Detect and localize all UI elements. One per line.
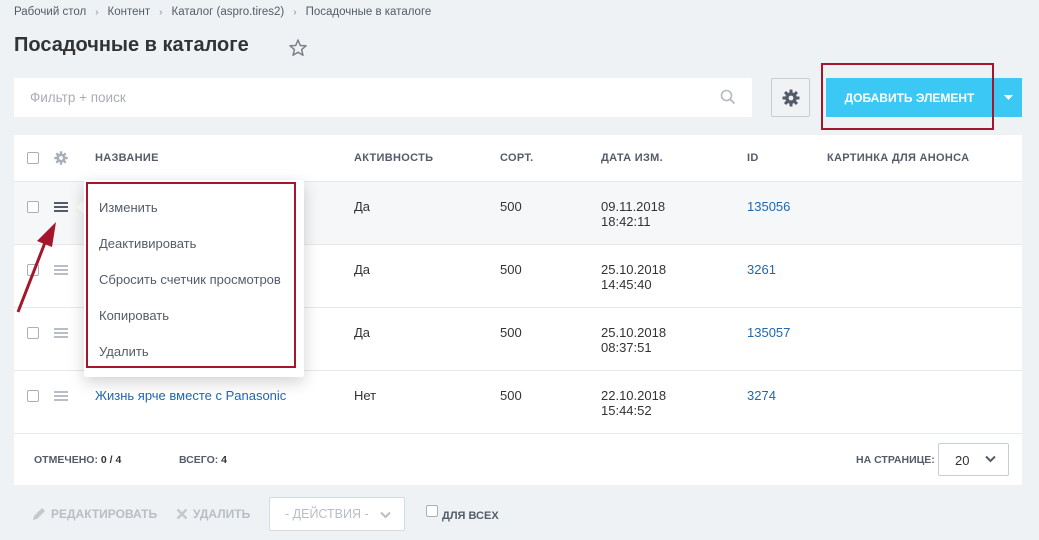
filter-placeholder: Фильтр + поиск — [30, 90, 126, 105]
cell-date: 25.10.2018 08:37:51 — [601, 325, 666, 355]
selected-count: ОТМЕЧЕНО: 0 / 4 — [34, 454, 121, 466]
group-actions-bar: РЕДАКТИРОВАТЬ УДАЛИТЬ - ДЕЙСТВИЯ - ДЛЯ В… — [14, 485, 1022, 540]
cell-id[interactable]: 135057 — [747, 325, 790, 340]
row-checkbox[interactable] — [27, 264, 39, 276]
cell-sort: 500 — [500, 325, 522, 340]
cell-sort: 500 — [500, 388, 522, 403]
add-element-dropdown-button[interactable] — [993, 78, 1022, 117]
star-icon[interactable] — [288, 38, 308, 58]
cell-date-day: 22.10.2018 — [601, 388, 667, 403]
for-all-label: ДЛЯ ВСЕХ — [442, 510, 499, 522]
search-icon[interactable] — [720, 89, 736, 105]
edit-button[interactable]: РЕДАКТИРОВАТЬ — [32, 507, 157, 521]
cell-active: Да — [354, 262, 371, 277]
actions-select[interactable]: - ДЕЙСТВИЯ - — [269, 497, 405, 531]
gear-icon[interactable] — [54, 151, 68, 165]
cell-id[interactable]: 3261 — [747, 262, 776, 277]
breadcrumb-separator-icon: › — [159, 6, 163, 18]
breadcrumb: Рабочий стол › Контент › Каталог (aspro.… — [14, 6, 431, 18]
for-all-checkbox[interactable] — [426, 505, 438, 517]
caret-down-icon — [1003, 94, 1013, 100]
cell-id[interactable]: 135056 — [747, 199, 790, 214]
row-checkbox[interactable] — [27, 390, 39, 402]
column-header-sort[interactable]: СОРТ. — [500, 152, 533, 164]
breadcrumb-item-catalog[interactable]: Каталог (aspro.tires2) — [172, 6, 285, 18]
column-header-preview-image[interactable]: КАРТИНКА ДЛЯ АНОНСА — [827, 152, 969, 164]
annotation-highlight-box — [86, 182, 296, 368]
menu-icon[interactable] — [54, 327, 68, 339]
grid-footer: ОТМЕЧЕНО: 0 / 4 ВСЕГО: 4 НА СТРАНИЦЕ: 20 — [14, 435, 1022, 485]
cell-date-day: 25.10.2018 — [601, 325, 667, 340]
for-all-toggle[interactable]: ДЛЯ ВСЕХ — [426, 505, 499, 522]
select-all-checkbox[interactable] — [27, 152, 39, 164]
cell-active: Нет — [354, 388, 377, 403]
cell-date-time: 18:42:11 — [601, 214, 651, 229]
cell-date: 22.10.2018 15:44:52 — [601, 388, 666, 418]
total-count-value: 4 — [221, 454, 228, 466]
cell-active: Да — [354, 199, 371, 214]
pencil-icon — [33, 508, 45, 520]
per-page-label: НА СТРАНИЦЕ: — [856, 454, 935, 466]
page-title: Посадочные в каталоге — [14, 34, 249, 56]
breadcrumb-item-current[interactable]: Посадочные в каталоге — [306, 6, 432, 18]
settings-button[interactable] — [771, 78, 810, 117]
grid-header: НАЗВАНИЕ АКТИВНОСТЬ СОРТ. ДАТА ИЗМ. ID К… — [14, 135, 1022, 182]
breadcrumb-item-content[interactable]: Контент — [108, 6, 151, 18]
close-icon — [176, 508, 188, 520]
column-header-date[interactable]: ДАТА ИЗМ. — [601, 152, 663, 164]
column-header-active[interactable]: АКТИВНОСТЬ — [354, 152, 433, 164]
column-header-id[interactable]: ID — [747, 152, 759, 164]
cell-date: 25.10.2018 14:45:40 — [601, 262, 666, 292]
column-header-name[interactable]: НАЗВАНИЕ — [95, 152, 159, 164]
total-count-label: ВСЕГО: — [179, 454, 219, 466]
chevron-down-icon — [380, 511, 391, 519]
delete-button-label: УДАЛИТЬ — [193, 507, 251, 521]
selected-count-label: ОТМЕЧЕНО: — [34, 454, 98, 466]
cell-date-day: 09.11.2018 — [601, 199, 666, 214]
row-checkbox[interactable] — [27, 327, 39, 339]
cell-id[interactable]: 3274 — [747, 388, 776, 403]
cell-date-time: 14:45:40 — [601, 277, 652, 292]
breadcrumb-separator-icon: › — [293, 6, 297, 18]
actions-select-value: - ДЕЙСТВИЯ - — [285, 507, 369, 521]
cell-date-time: 08:37:51 — [601, 340, 652, 355]
breadcrumb-item-desktop[interactable]: Рабочий стол — [14, 6, 86, 18]
per-page-value: 20 — [955, 453, 970, 468]
cell-date: 09.11.2018 18:42:11 — [601, 199, 665, 229]
selected-count-value: 0 / 4 — [100, 454, 122, 466]
cell-sort: 500 — [500, 199, 522, 214]
cell-sort: 500 — [500, 262, 522, 277]
total-count: ВСЕГО: 4 — [179, 454, 227, 466]
delete-button[interactable]: УДАЛИТЬ — [176, 507, 250, 521]
row-checkbox[interactable] — [27, 201, 39, 213]
cell-name[interactable]: Жизнь ярче вместе с Panasonic — [95, 388, 286, 403]
table-row[interactable]: Жизнь ярче вместе с Panasonic Нет 500 22… — [14, 371, 1022, 434]
per-page-select[interactable]: 20 — [938, 443, 1009, 476]
cell-active: Да — [354, 325, 371, 340]
edit-button-label: РЕДАКТИРОВАТЬ — [51, 507, 158, 521]
filter-search-input[interactable]: Фильтр + поиск — [14, 78, 752, 117]
cell-date-day: 25.10.2018 — [601, 262, 667, 277]
chevron-down-icon — [985, 455, 996, 463]
gear-icon — [782, 89, 799, 106]
menu-icon[interactable] — [54, 201, 68, 213]
menu-icon[interactable] — [54, 264, 68, 276]
annotation-highlight-box — [821, 63, 994, 130]
breadcrumb-separator-icon: › — [95, 6, 99, 18]
cell-date-time: 15:44:52 — [601, 403, 652, 418]
menu-icon[interactable] — [54, 390, 68, 402]
